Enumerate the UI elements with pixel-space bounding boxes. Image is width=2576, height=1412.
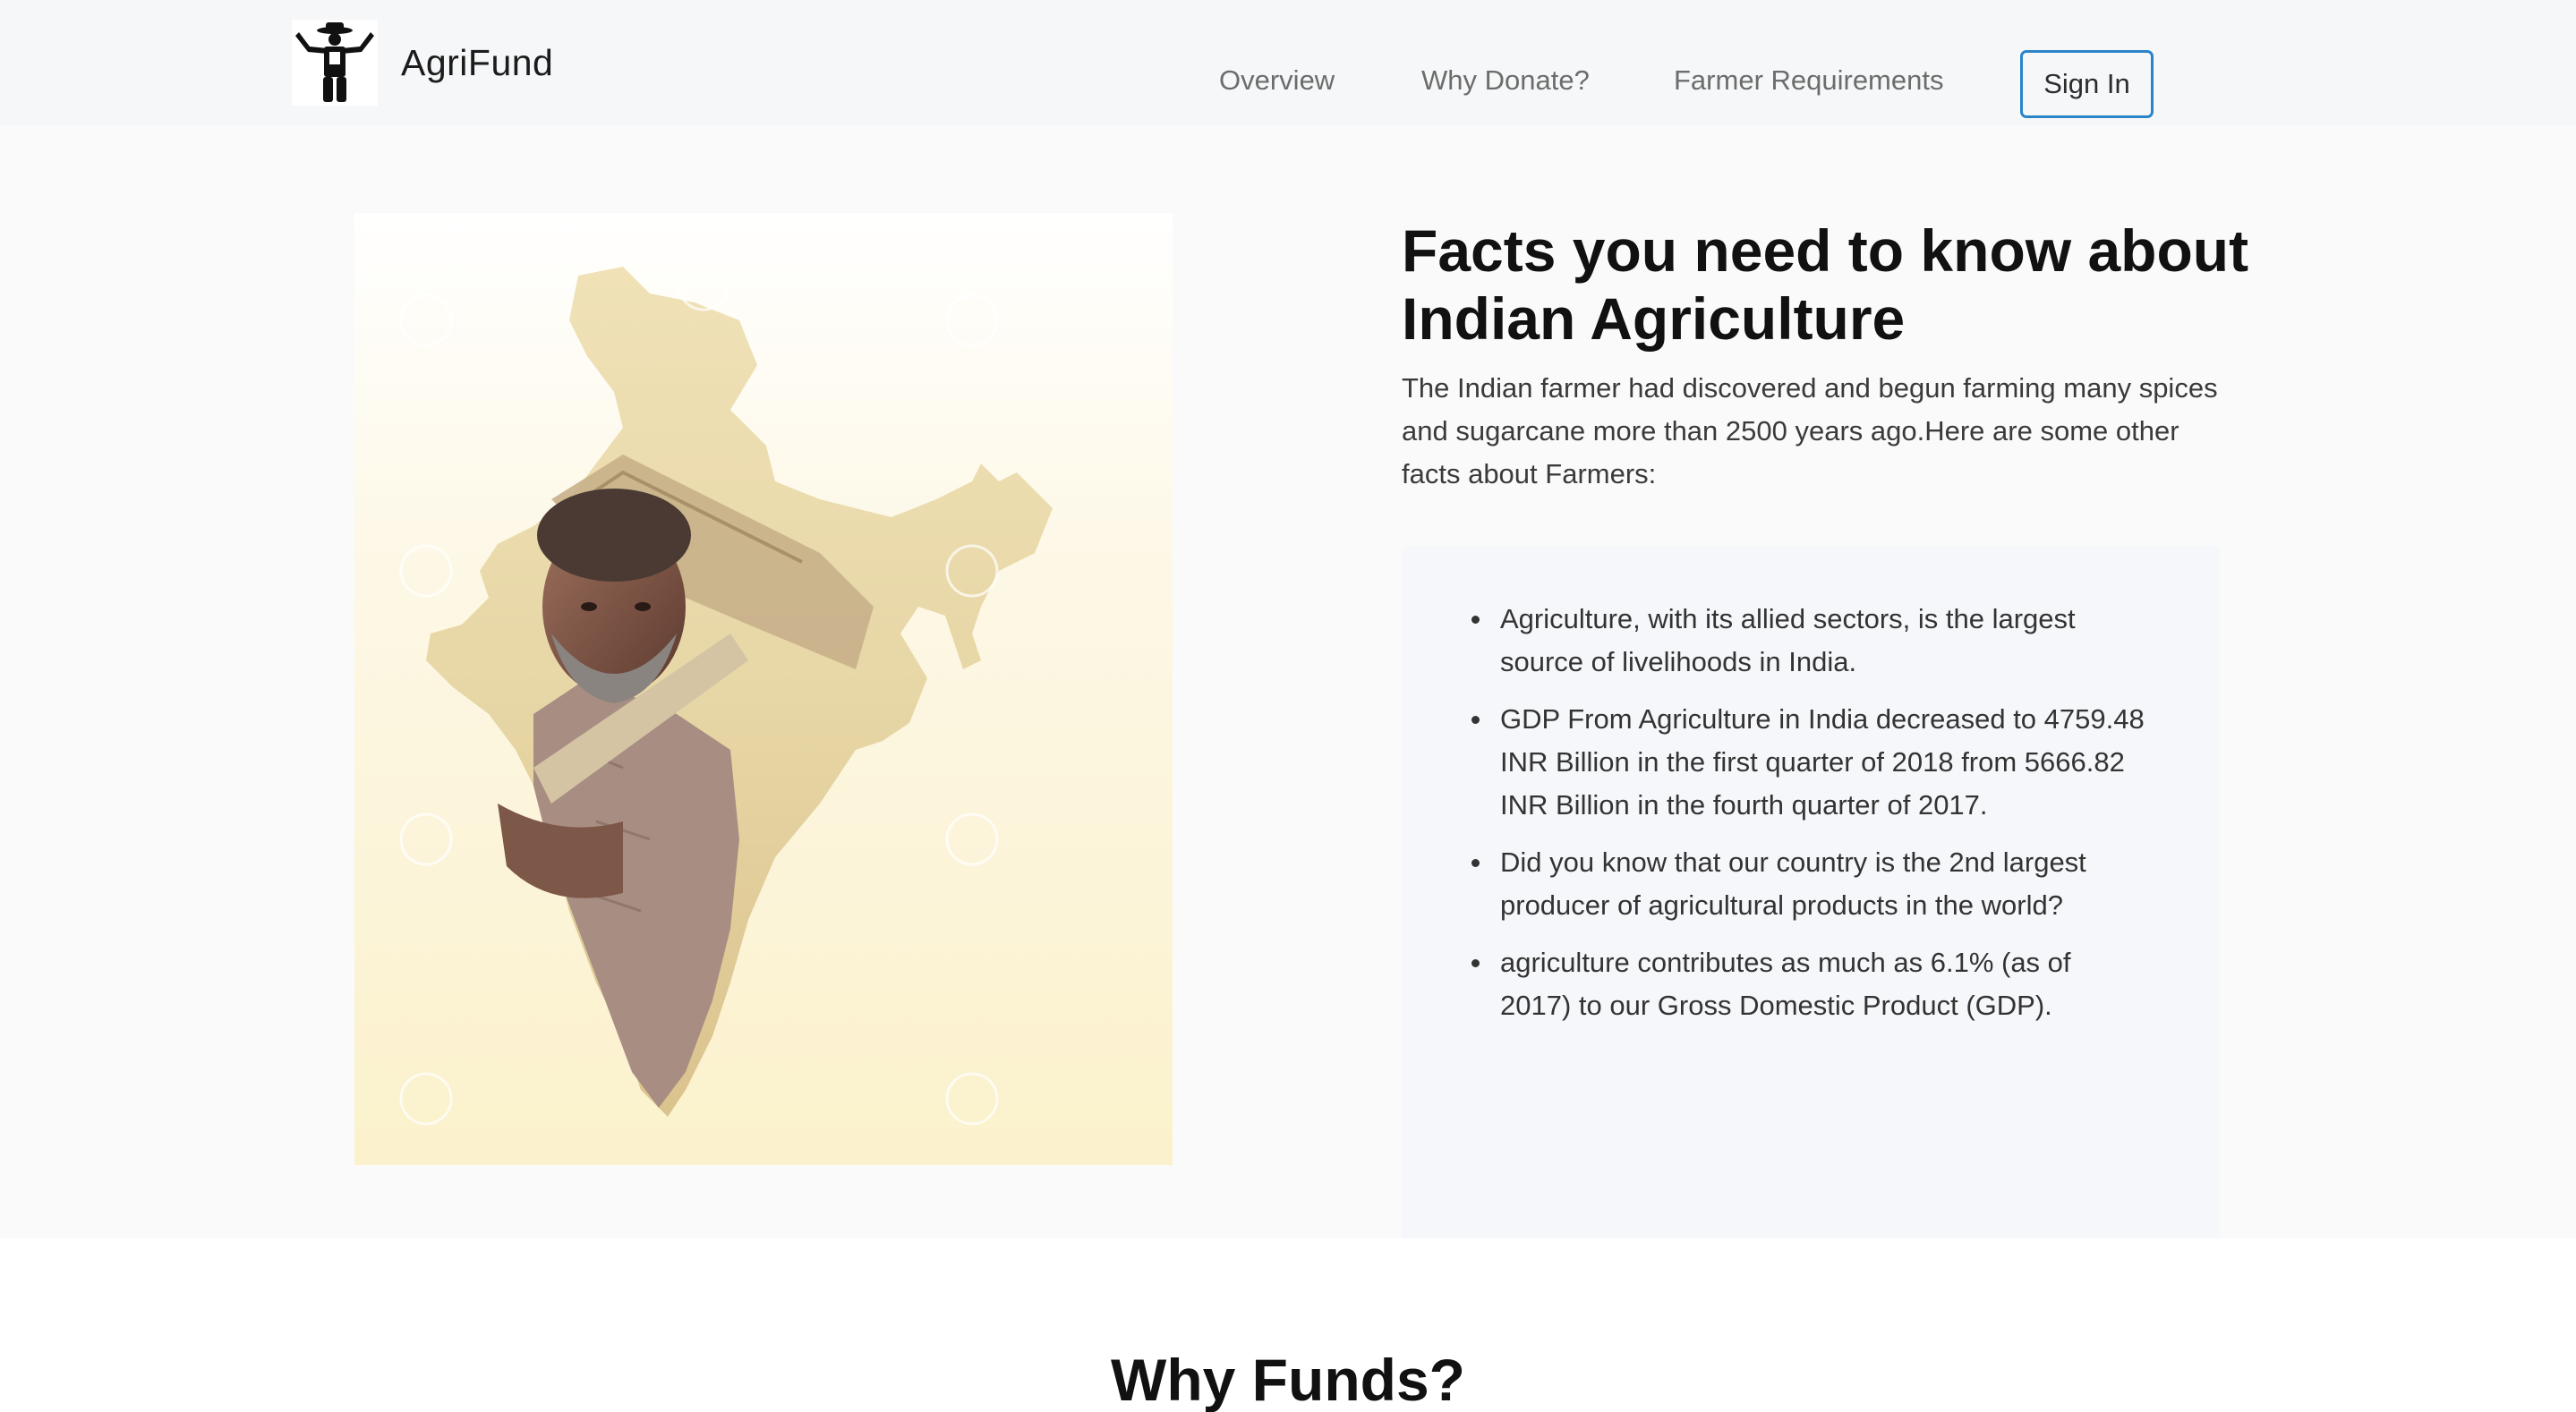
facts-intro: The Indian farmer had discovered and beg… [1402, 372, 2218, 489]
facts-list: Agriculture, with its allied sectors, is… [1471, 598, 2145, 1042]
fact-item: Did you know that our country is the 2nd… [1471, 841, 2145, 927]
facts-section: Facts you need to know about Indian Agri… [0, 125, 2576, 1267]
facts-card: Agriculture, with its allied sectors, is… [1402, 546, 2220, 1267]
nav-link-why-donate[interactable]: Why Donate? [1421, 64, 1590, 97]
why-funds-title: Why Funds? [1111, 1347, 1465, 1412]
nav-links: Overview Why Donate? Farmer Requirements [0, 50, 2576, 122]
navbar: AgriFund Overview Why Donate? Farmer Req… [0, 0, 2576, 125]
fact-item: agriculture contributes as much as 6.1% … [1471, 941, 2145, 1027]
nav-link-farmer-requirements[interactable]: Farmer Requirements [1674, 64, 1943, 97]
fact-item: GDP From Agriculture in India decreased … [1471, 698, 2145, 827]
sign-in-button[interactable]: Sign In [2020, 50, 2154, 118]
india-map-farmer-image [354, 213, 1173, 1165]
why-funds-section: Why Funds? [0, 1238, 2576, 1412]
facts-title: Facts you need to know about Indian Agri… [1402, 217, 2249, 352]
nav-link-overview[interactable]: Overview [1219, 64, 1335, 97]
fact-item: Agriculture, with its allied sectors, is… [1471, 598, 2145, 684]
